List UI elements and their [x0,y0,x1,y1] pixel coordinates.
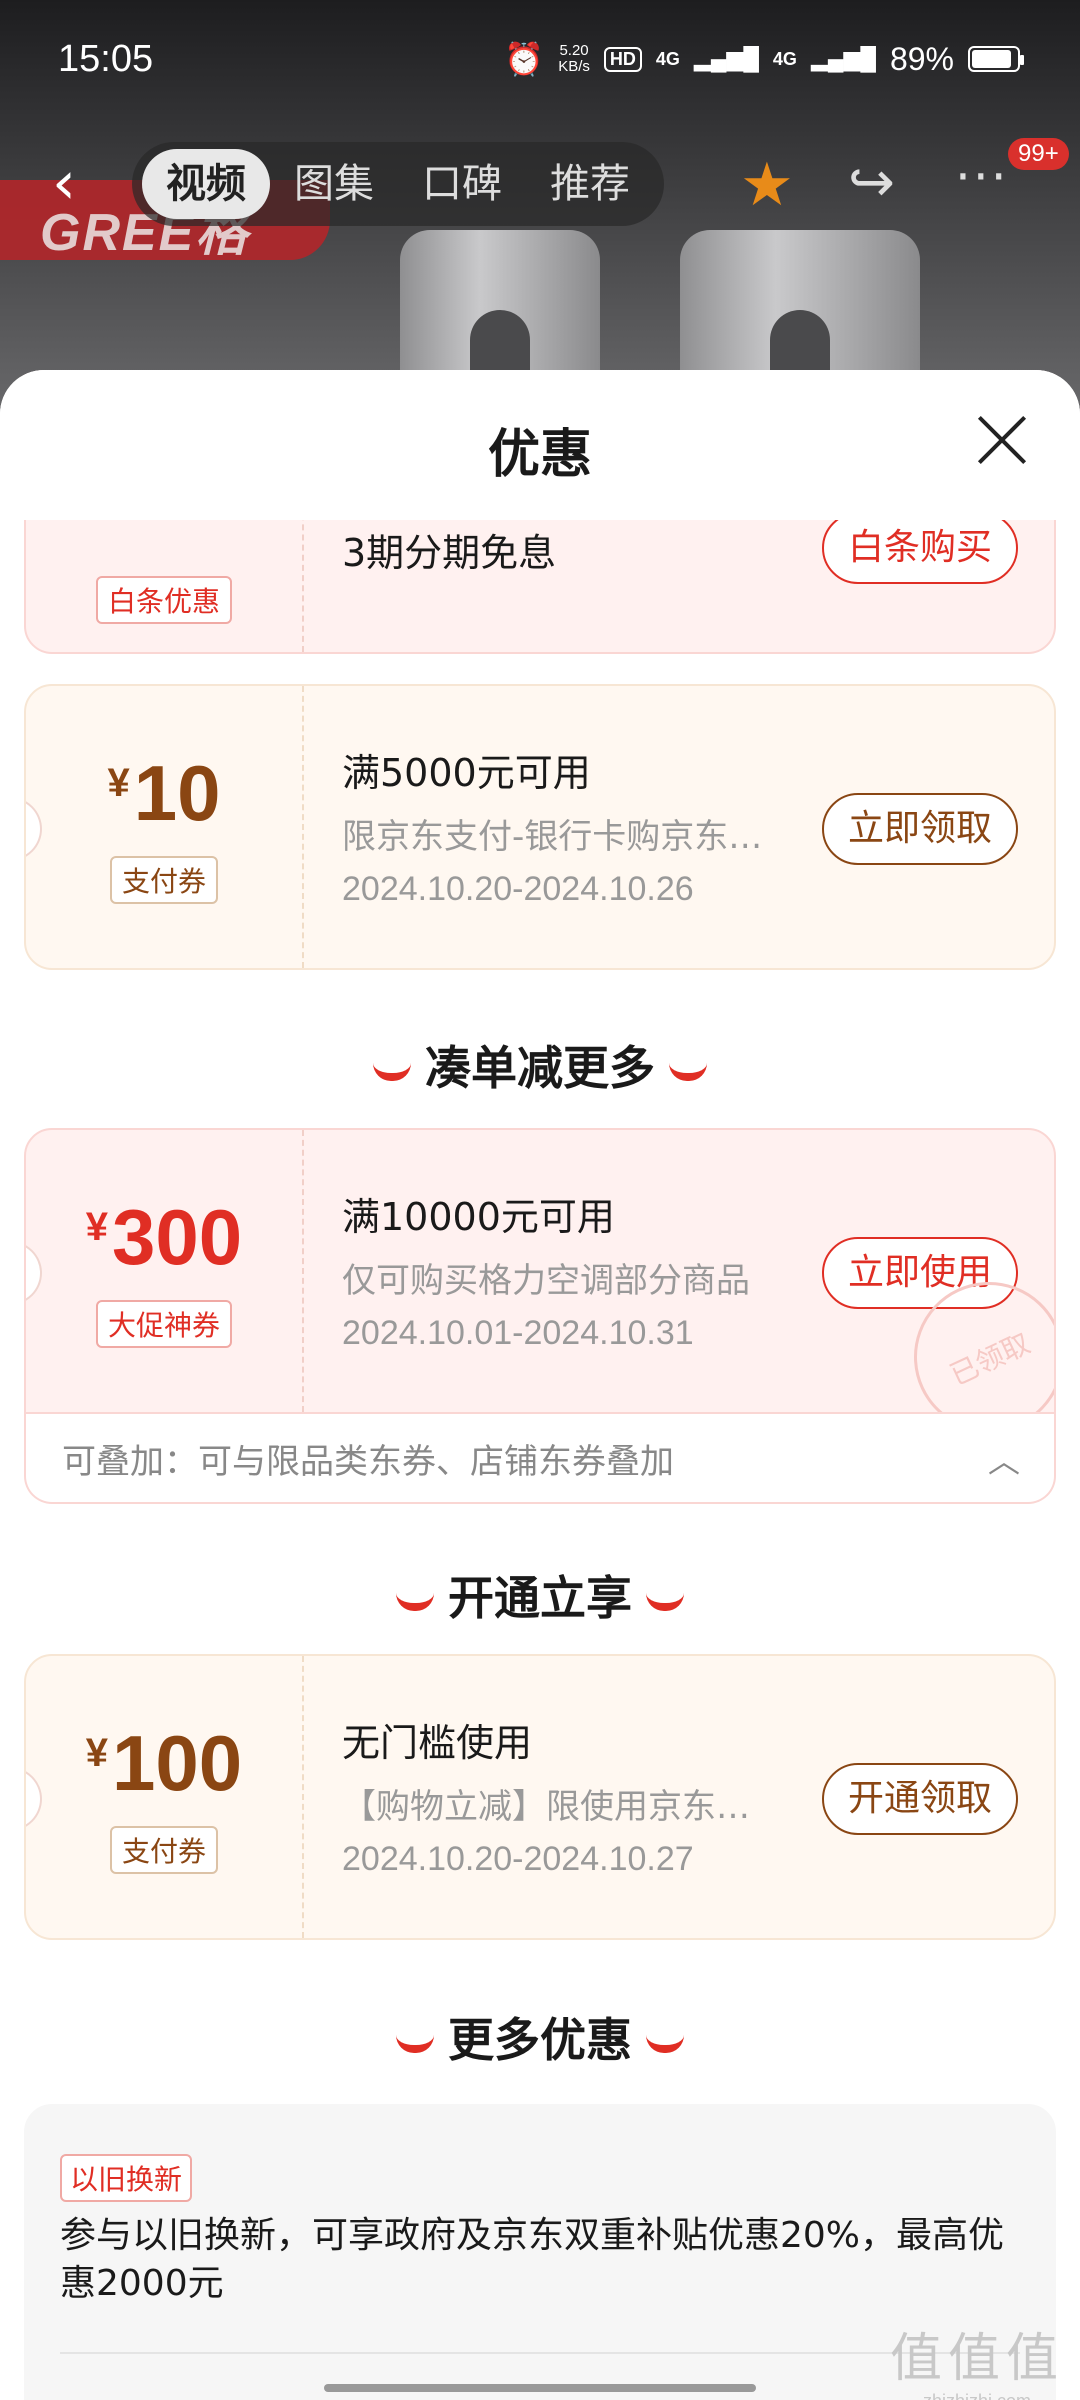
tab-recommend[interactable]: 推荐 [526,149,654,219]
more-icon[interactable]: ··· [955,148,1009,206]
coupon-tag: 白条优惠 [95,576,233,624]
section-title-more-deals: 凑单减更多 [0,1032,1080,1098]
coupon-100: ¥100 支付券 无门槛使用 【购物立减】限使用京东… 2024.10.20-2… [24,1654,1056,1940]
alarm-icon: ⏰ [504,41,545,77]
trade-in-tag: 以旧换新 [60,2154,193,2202]
coupon-amount: ¥10 [107,749,221,837]
home-indicator[interactable] [324,2384,756,2392]
discount-sheet: 优惠 白条优惠 3期分期免息 白条购买 ¥10 支付券 满5000元可用 限京东… [0,370,1080,2400]
coupon-300: ¥300 大促神券 满10000元可用 仅可购买格力空调部分商品 2024.10… [24,1128,1056,1414]
divider [60,2352,1020,2354]
tab-gallery[interactable]: 图集 [270,149,398,219]
back-icon[interactable]: ‹ [52,153,92,213]
coupon-tag: 大促神券 [95,1300,233,1348]
baitiao-buy-button[interactable]: 白条购买 [821,512,1018,584]
claim-button[interactable]: 立即领取 [821,793,1018,865]
signal-bars-icon-2: ▂▄▆█ [810,46,876,71]
coupon-desc: 限京东支付-银行卡购京东… [342,817,763,857]
smile-icon [396,1593,434,1611]
stacking-info-row[interactable]: 可叠加：可与限品类东券、店铺东券叠加 ︿ [24,1414,1056,1504]
signal-icon-2: 4G [772,48,797,69]
message-badge: 99+ [1008,138,1069,170]
close-icon[interactable] [974,412,1030,468]
tab-reviews[interactable]: 口碑 [398,149,526,219]
coupon-tag: 支付券 [109,856,219,904]
activate-claim-button[interactable]: 开通领取 [821,1763,1018,1835]
sheet-header: 优惠 [0,370,1080,520]
section-title-more-offers: 更多优惠 [0,2004,1080,2070]
share-icon[interactable]: ↪ [848,150,895,215]
coupon-dates: 2024.10.20-2024.10.26 [342,870,694,908]
trade-in-text: 参与以旧换新，可享政府及京东双重补贴优惠20%，最高优惠2000元 [60,2215,1005,2304]
coupon-10: ¥10 支付券 满5000元可用 限京东支付-银行卡购京东… 2024.10.2… [24,684,1056,970]
sheet-title: 优惠 [487,425,592,485]
status-time: 15:05 [58,38,154,80]
smile-icon [396,2035,434,2053]
coupon-dates: 2024.10.20-2024.10.27 [342,1840,694,1878]
tab-bar: 视频 图集 口碑 推荐 [132,142,664,226]
coupon-amount: ¥100 [85,1719,243,1807]
section-title-membership: 开通立享 [0,1562,1080,1628]
smile-icon [646,2035,684,2053]
watermark: 值值值 zhizhizhi.com [889,2329,1064,2400]
signal-bars-icon: ▂▄▆█ [693,46,759,71]
coupon-title: 满10000元可用 [342,1195,615,1239]
top-nav: ‹ 视频 图集 口碑 推荐 ★ ↪ ··· 99+ [0,138,1080,230]
coupon-dates: 2024.10.01-2024.10.31 [342,1314,694,1352]
battery-percent: 89% [889,40,954,77]
tab-video[interactable]: 视频 [142,149,270,219]
coupon-tag: 支付券 [109,1826,219,1874]
coupon-title: 3期分期免息 [342,531,557,575]
coupon-desc: 【购物立减】限使用京东… [342,1787,750,1827]
smile-icon [646,1593,684,1611]
hd-icon: HD [603,46,642,72]
coupon-title: 无门槛使用 [342,1721,533,1765]
net-speed: 5.20 KB/s [558,42,590,75]
signal-icon-1: 4G [655,48,680,69]
coupon-amount: ¥300 [85,1193,243,1281]
status-bar: 15:05 ⏰ 5.20 KB/s HD 4G ▂▄▆█ 4G ▂▄▆█ 89% [0,0,1080,120]
smile-icon [669,1063,707,1081]
chevron-up-icon[interactable]: ︿ [988,1436,1020,1482]
stacking-info-text: 可叠加：可与限品类东券、店铺东券叠加 [62,1442,674,1482]
coupon-title: 满5000元可用 [342,751,591,795]
coupon-desc: 仅可购买格力空调部分商品 [342,1261,750,1301]
smile-icon [373,1063,411,1081]
battery-icon [968,46,1024,72]
favorite-star-icon[interactable]: ★ [740,150,794,220]
